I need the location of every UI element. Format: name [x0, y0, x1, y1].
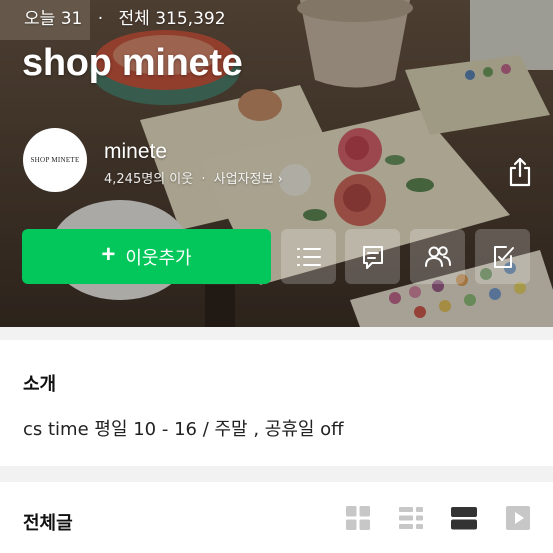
chevron-right-icon: › — [277, 172, 283, 187]
guestbook-button[interactable] — [345, 229, 400, 284]
today-count: 31 — [60, 9, 83, 29]
chat-icon — [362, 245, 383, 269]
business-info-label: 사업자정보 — [213, 172, 274, 187]
total-count: 315,392 — [155, 9, 226, 29]
post-list-button[interactable] — [281, 229, 336, 284]
profile-avatar[interactable]: SHOP MINETE — [23, 128, 87, 192]
list-view-icon — [399, 507, 423, 529]
check-edit-icon — [493, 245, 514, 268]
share-icon — [509, 157, 531, 187]
people-icon — [424, 245, 451, 267]
today-label: 오늘 — [24, 9, 56, 29]
list-view-button[interactable] — [397, 504, 425, 532]
share-button[interactable] — [500, 150, 540, 194]
neighbor-info: 4,245명의 이웃 · 사업자정보 › — [104, 168, 283, 187]
stats-separator: · — [97, 9, 104, 29]
blog-title[interactable]: shop minete — [22, 42, 243, 85]
add-neighbor-label: 이웃추가 — [125, 247, 192, 268]
plus-icon: + — [101, 241, 116, 268]
avatar-logo-text: SHOP MINETE — [30, 156, 80, 164]
all-posts-heading: 전체글 — [23, 513, 73, 534]
total-label: 전체 — [118, 9, 150, 29]
neighbor-count[interactable]: 4,245명의 이웃 — [104, 172, 193, 187]
grid-view-icon — [346, 506, 370, 530]
grid-view-button[interactable] — [344, 504, 372, 532]
visitor-stats: 오늘 31 · 전체 315,392 — [24, 4, 226, 29]
card-view-button[interactable] — [450, 504, 478, 532]
neighbor-separator: · — [201, 172, 206, 187]
card-view-icon — [451, 507, 477, 530]
blog-nickname[interactable]: minete — [104, 140, 167, 164]
business-info-link[interactable]: 사업자정보 › — [214, 172, 283, 187]
video-view-button[interactable] — [504, 504, 532, 532]
add-neighbor-button[interactable]: + 이웃추가 — [22, 229, 271, 284]
intro-text: cs time 평일 10 - 16 / 주말 , 공휴일 off — [23, 419, 344, 440]
all-posts-bar: 전체글 — [0, 482, 553, 553]
intro-section: 소개 cs time 평일 10 - 16 / 주말 , 공휴일 off — [0, 340, 553, 466]
video-view-icon — [506, 506, 530, 530]
list-icon — [296, 247, 321, 266]
intro-heading: 소개 — [23, 374, 57, 395]
neighbors-button[interactable] — [410, 229, 465, 284]
attendance-button[interactable] — [475, 229, 530, 284]
